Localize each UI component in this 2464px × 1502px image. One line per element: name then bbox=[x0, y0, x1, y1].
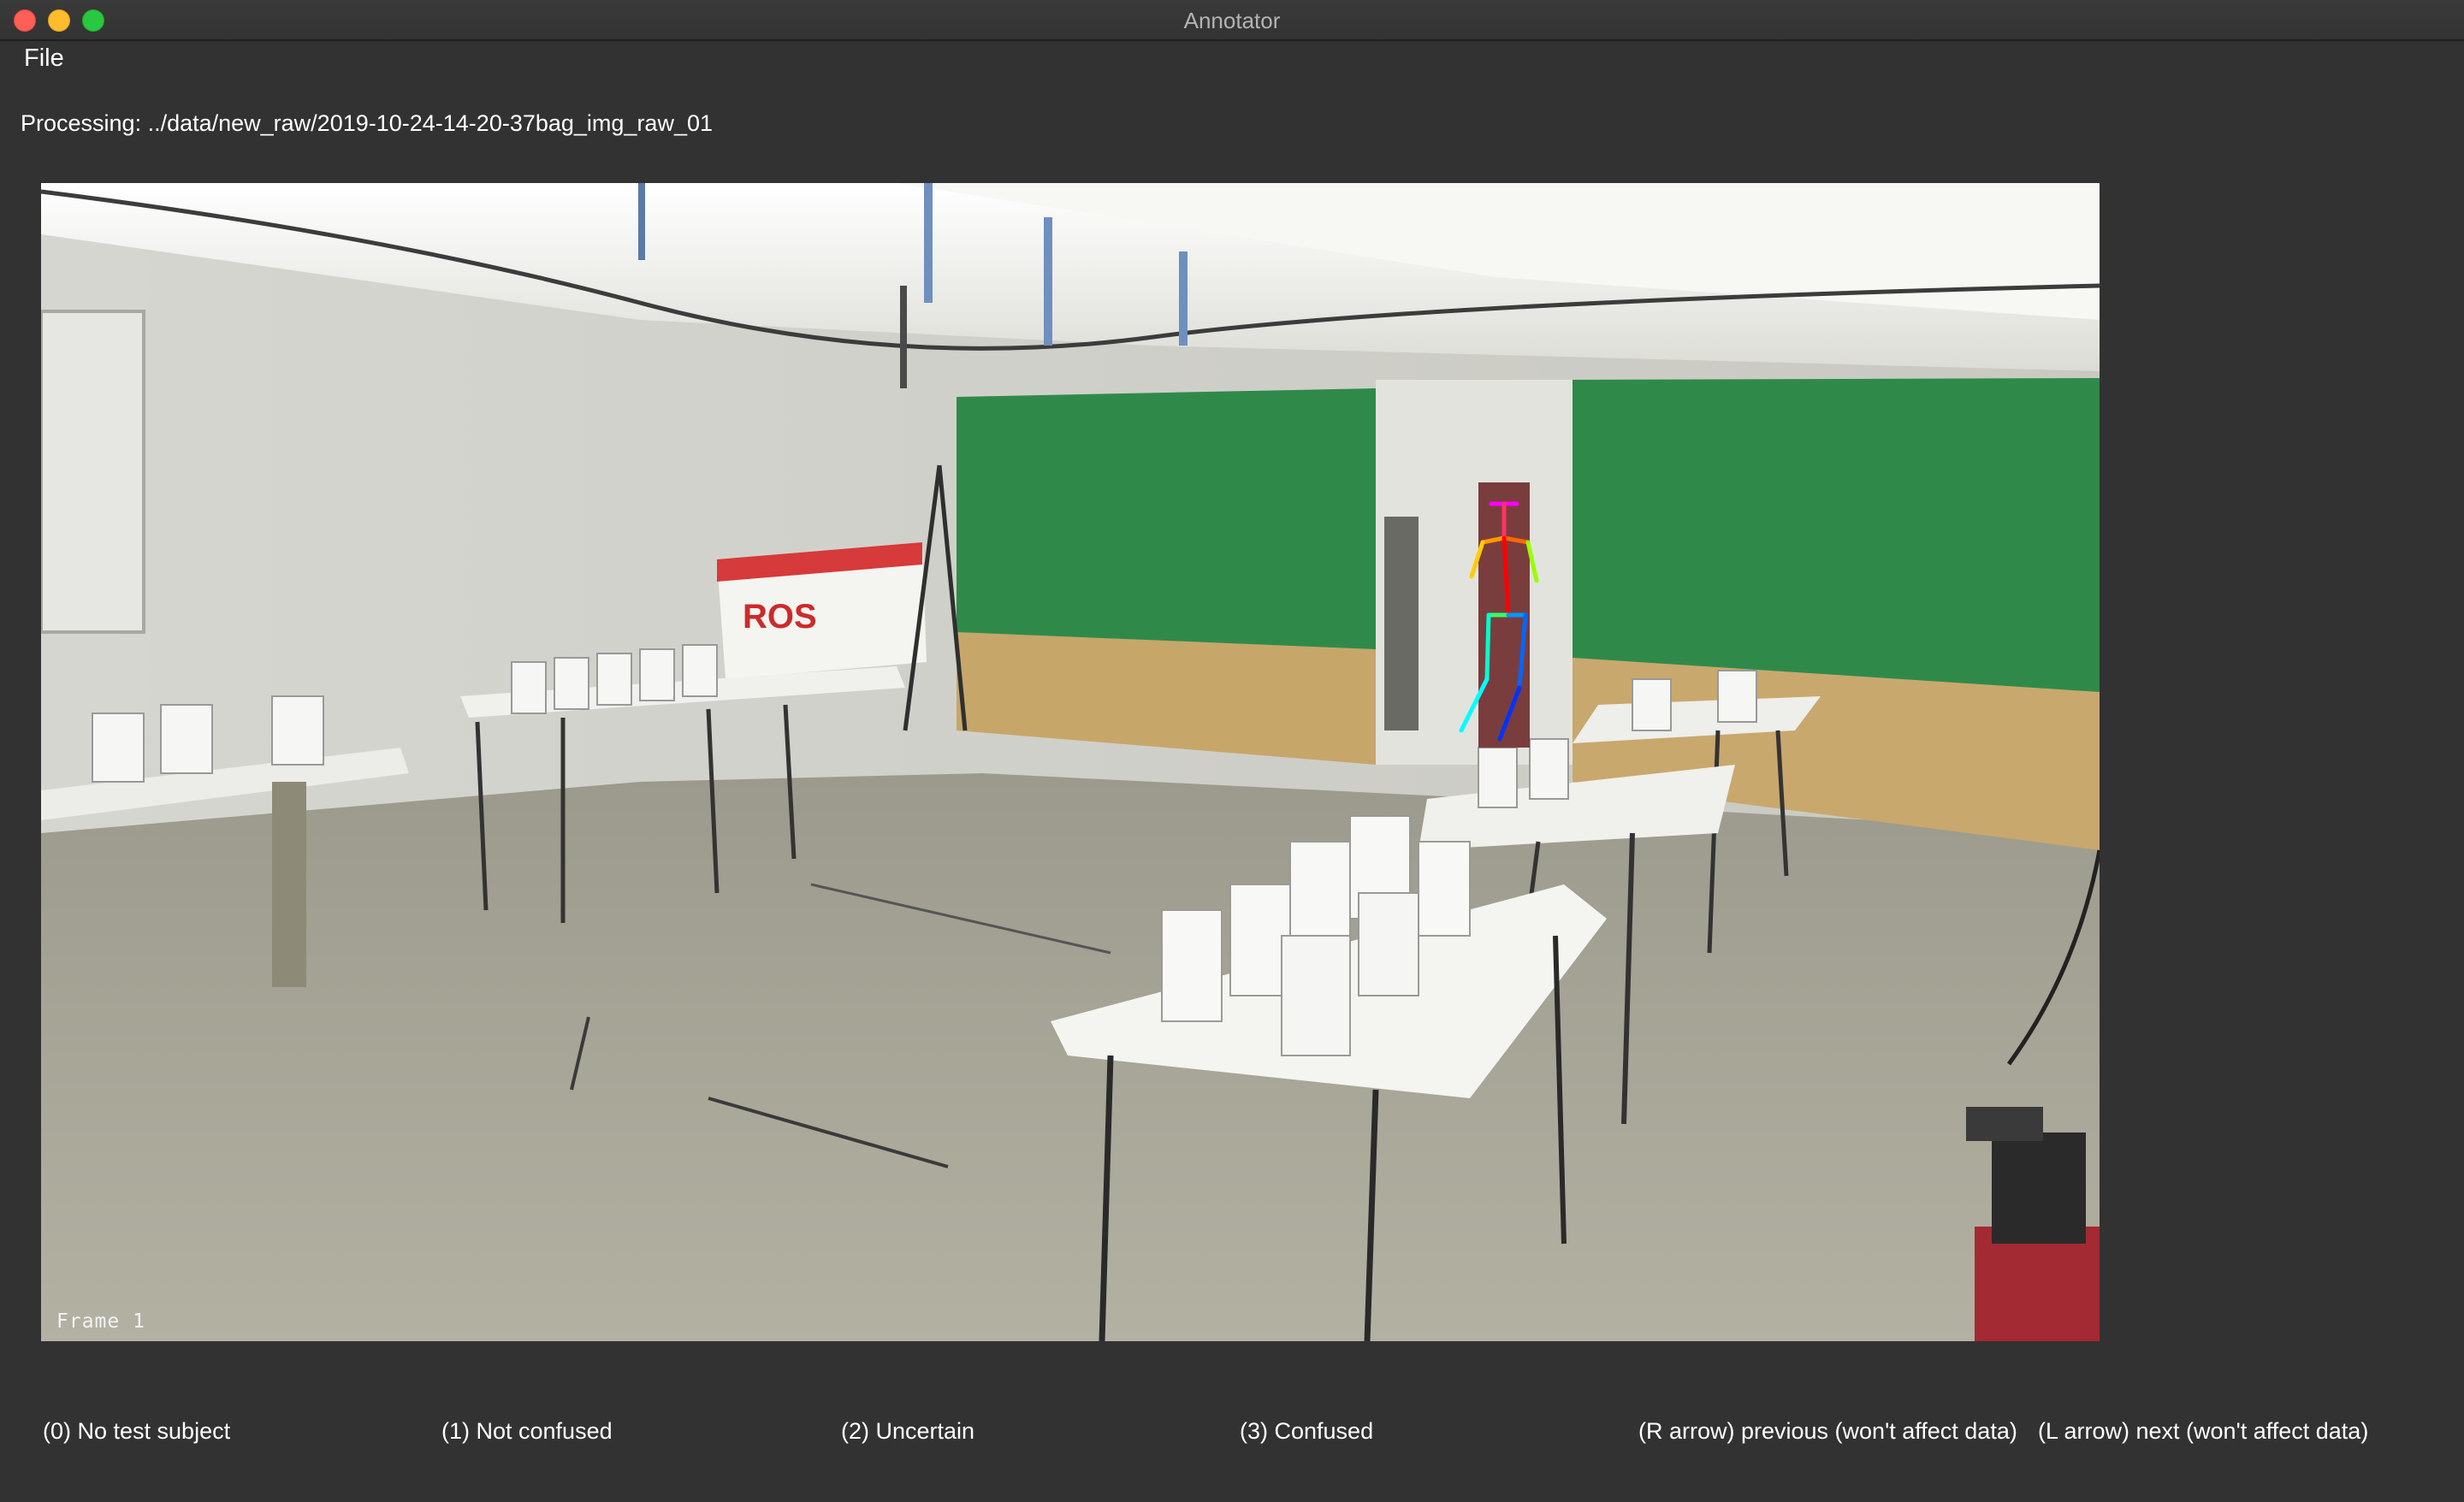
file-menu[interactable]: File bbox=[24, 41, 64, 75]
window-title: Annotator bbox=[1183, 8, 1281, 33]
previous-frame-button[interactable]: (R arrow) previous (won't affect data) bbox=[1638, 1410, 2017, 1452]
menu-bar: File bbox=[0, 41, 2464, 75]
next-frame-button[interactable]: (L arrow) next (won't affect data) bbox=[2038, 1410, 2368, 1452]
frame-viewer: ROS Frame 1 bbox=[41, 183, 2100, 1341]
annotation-button-row: (0) No test subject (1) Not confused (2)… bbox=[0, 1410, 2464, 1452]
processing-path-label: Processing: ../data/new_raw/2019-10-24-1… bbox=[21, 110, 713, 136]
not-confused-button[interactable]: (1) Not confused bbox=[441, 1410, 613, 1452]
title-bar[interactable]: Annotator bbox=[0, 0, 2464, 41]
svg-text:ROS: ROS bbox=[743, 598, 817, 636]
frame-number-label: Frame 1 bbox=[56, 1310, 145, 1333]
annotator-window: Annotator File Processing: ../data/new_r… bbox=[0, 0, 2464, 1502]
camera-frame-image: ROS bbox=[41, 183, 2100, 1341]
no-test-subject-button[interactable]: (0) No test subject bbox=[43, 1410, 230, 1452]
uncertain-button[interactable]: (2) Uncertain bbox=[841, 1410, 974, 1452]
confused-button[interactable]: (3) Confused bbox=[1240, 1410, 1373, 1452]
